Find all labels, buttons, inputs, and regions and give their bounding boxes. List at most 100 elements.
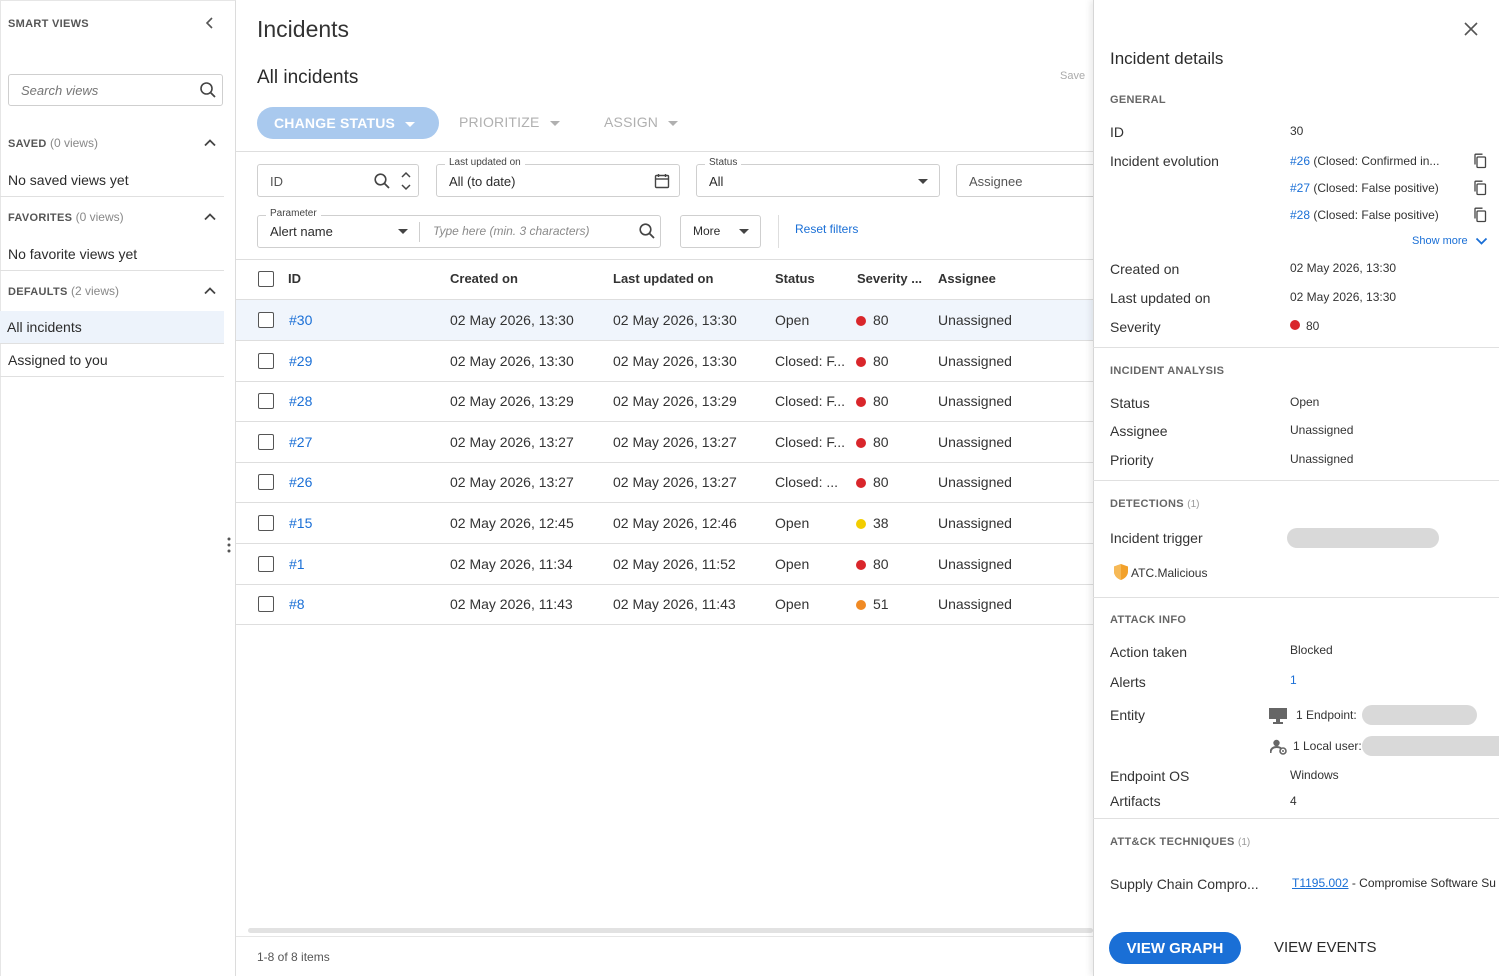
copy-icon[interactable] [1473, 180, 1487, 196]
trigger-name[interactable]: ATC.Malicious [1131, 566, 1207, 580]
table-row[interactable]: #30 02 May 2026, 13:30 02 May 2026, 13:3… [236, 300, 1093, 341]
incident-id-link[interactable]: #30 [289, 312, 312, 328]
chevron-up-icon[interactable] [203, 210, 217, 224]
assignee-cell: Unassigned [938, 515, 1012, 531]
change-status-button[interactable]: CHANGE STATUS [257, 107, 439, 139]
select-all-checkbox[interactable] [258, 271, 274, 287]
defaults-section-header[interactable]: DEFAULTS (2 views) [0, 282, 224, 302]
assignee-filter[interactable]: Assignee [956, 164, 1106, 197]
horizontal-scrollbar[interactable] [248, 928, 1093, 933]
incident-id-link[interactable]: #15 [289, 515, 312, 531]
row-checkbox[interactable] [258, 312, 274, 328]
caret-down-icon [668, 120, 679, 126]
table-row[interactable]: #27 02 May 2026, 13:27 02 May 2026, 13:2… [236, 422, 1093, 463]
severity-dot [856, 356, 866, 367]
created-on-cell: 02 May 2026, 12:45 [450, 515, 574, 531]
id-filter-field[interactable]: ID [257, 164, 419, 197]
parameter-filter-value[interactable]: Alert name [270, 224, 333, 239]
table-row[interactable]: #8 02 May 2026, 11:43 02 May 2026, 11:43… [236, 584, 1093, 626]
column-header-id[interactable]: ID [288, 271, 301, 286]
close-icon[interactable] [1463, 21, 1479, 37]
alerts-label: Alerts [1110, 674, 1146, 690]
column-header-severity[interactable]: Severity ... [857, 271, 922, 286]
reset-filters-link[interactable]: Reset filters [795, 222, 858, 236]
evolution-link[interactable]: #27 [1290, 181, 1310, 195]
sidebar-resize-handle[interactable] [226, 536, 232, 556]
more-filters-button[interactable]: More [680, 215, 761, 248]
assign-button[interactable]: ASSIGN [604, 114, 679, 130]
view-assigned-to-you[interactable]: Assigned to you [0, 344, 224, 377]
copy-icon[interactable] [1473, 153, 1487, 169]
column-header-updated[interactable]: Last updated on [613, 271, 713, 286]
row-checkbox[interactable] [258, 352, 274, 369]
calendar-icon[interactable] [654, 173, 670, 189]
last-updated-filter[interactable]: Last updated on All (to date) [436, 157, 680, 197]
status-cell: Closed: ... [775, 474, 839, 491]
column-header-status[interactable]: Status [775, 271, 815, 286]
stepper-icon[interactable] [400, 170, 412, 192]
prioritize-button[interactable]: PRIORITIZE [459, 114, 560, 130]
evolution-item: #28 (Closed: False positive) [1290, 208, 1439, 222]
row-checkbox[interactable] [258, 555, 274, 572]
entity-endpoint[interactable]: 1 Endpoint: [1296, 708, 1357, 722]
status-filter-label: Status [705, 157, 742, 168]
incident-id-link[interactable]: #26 [289, 474, 312, 490]
technique-id-link[interactable]: T1195.002 [1292, 876, 1349, 890]
favorites-section-header[interactable]: FAVORITES (0 views) [0, 208, 224, 228]
row-checkbox[interactable] [258, 515, 274, 531]
row-checkbox[interactable] [258, 474, 274, 491]
collapse-sidebar-icon[interactable] [203, 16, 217, 30]
alerts-count-link[interactable]: 1 [1290, 673, 1297, 687]
save-view-link[interactable]: Save [1060, 70, 1085, 82]
redacted-value [1362, 736, 1499, 756]
view-all-incidents[interactable]: All incidents [0, 311, 224, 344]
row-checkbox[interactable] [258, 596, 274, 613]
evolution-link[interactable]: #26 [1290, 154, 1310, 168]
table-row[interactable]: #26 02 May 2026, 13:27 02 May 2026, 13:2… [236, 462, 1093, 504]
row-checkbox[interactable] [258, 393, 274, 410]
copy-icon[interactable] [1473, 207, 1487, 223]
last-updated-value: 02 May 2026, 13:30 [1290, 290, 1397, 304]
severity-cell: 80 [873, 555, 889, 572]
view-graph-button[interactable]: VIEW GRAPH [1109, 932, 1241, 964]
search-views-input[interactable] [8, 74, 223, 106]
column-header-created[interactable]: Created on [450, 271, 518, 286]
search-icon[interactable] [199, 81, 217, 99]
user-settings-icon [1270, 738, 1288, 756]
column-header-assignee[interactable]: Assignee [938, 271, 996, 286]
table-row[interactable]: #29 02 May 2026, 13:30 02 May 2026, 13:3… [236, 341, 1093, 382]
table-row[interactable]: #1 02 May 2026, 11:34 02 May 2026, 11:52… [236, 544, 1093, 585]
caret-down-icon [549, 120, 560, 126]
incident-id-link[interactable]: #1 [289, 556, 305, 572]
table-row[interactable]: #28 02 May 2026, 13:29 02 May 2026, 13:2… [236, 381, 1093, 423]
incident-id-link[interactable]: #28 [289, 393, 312, 409]
parameter-search-placeholder[interactable]: Type here (min. 3 characters) [433, 224, 590, 238]
show-more-link[interactable]: Show more [1412, 235, 1468, 247]
last-updated-cell: 02 May 2026, 13:30 [613, 312, 737, 328]
saved-section-header[interactable]: SAVED (0 views) [0, 134, 224, 154]
row-checkbox[interactable] [258, 433, 274, 450]
view-events-button[interactable]: VIEW EVENTS [1274, 939, 1377, 956]
parameter-filter[interactable]: Parameter Alert name Type here (min. 3 c… [257, 208, 661, 248]
caret-down-icon [405, 121, 416, 127]
search-icon[interactable] [373, 172, 391, 190]
status-filter[interactable]: Status All [696, 157, 940, 197]
entity-local-user[interactable]: 1 Local user: [1293, 739, 1362, 753]
prioritize-label: PRIORITIZE [459, 114, 540, 130]
chevron-up-icon[interactable] [203, 284, 217, 298]
assignee-filter-placeholder: Assignee [969, 174, 1023, 189]
severity-dot [856, 437, 866, 448]
defaults-count: (2 views) [71, 284, 120, 298]
incident-id-link[interactable]: #27 [289, 434, 312, 450]
incident-id-link[interactable]: #8 [289, 596, 305, 612]
divider [236, 151, 1093, 152]
chevron-down-icon[interactable] [1475, 235, 1488, 247]
incident-id-link[interactable]: #29 [289, 353, 312, 369]
view-title: All incidents [257, 67, 359, 88]
created-on-cell: 02 May 2026, 11:43 [450, 596, 573, 613]
search-icon[interactable] [638, 222, 656, 240]
chevron-up-icon[interactable] [203, 136, 217, 150]
evolution-link[interactable]: #28 [1290, 208, 1310, 222]
table-row[interactable]: #15 02 May 2026, 12:45 02 May 2026, 12:4… [236, 503, 1093, 544]
status-label: Status [1110, 395, 1150, 411]
